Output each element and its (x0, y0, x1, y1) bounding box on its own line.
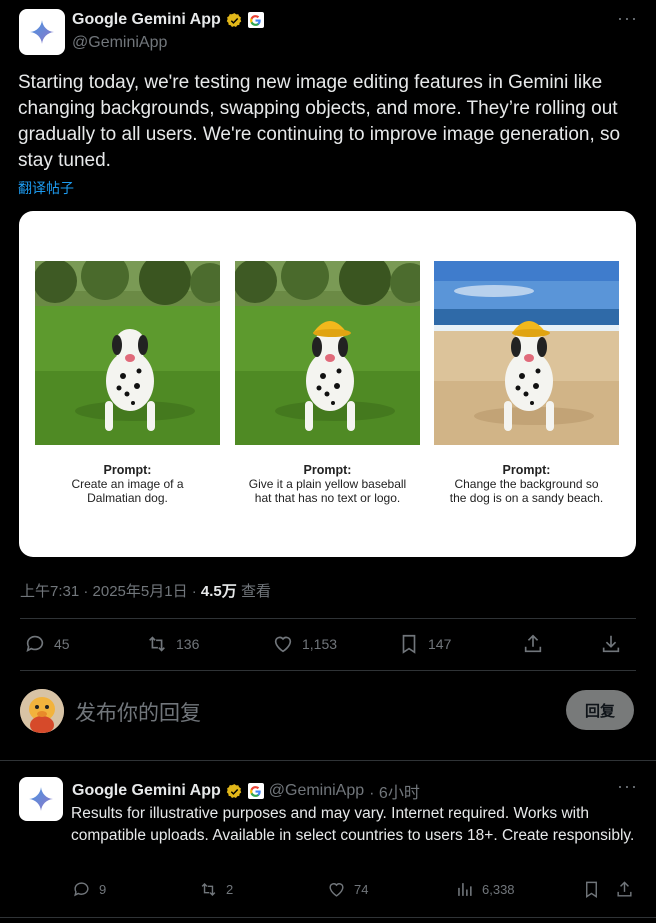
like-count: 74 (354, 882, 369, 897)
verified-badge-icon[interactable] (226, 12, 243, 29)
repost-icon (149, 636, 165, 652)
post-media[interactable]: Prompt: Create an image of a Dalmatian d… (19, 211, 636, 557)
share-icon (617, 881, 632, 897)
reply-count: 45 (54, 636, 70, 652)
post-meta: 上午7:31 · 2025年5月1日 · 4.5万 查看 (20, 580, 271, 601)
prompt-line: the dog is on a sandy beach. (449, 491, 604, 505)
prompt-line: Give it a plain yellow baseball (248, 477, 407, 491)
dalmatian-park-image (35, 261, 220, 445)
prompt-title: Prompt: (502, 463, 551, 477)
repost-icon (201, 882, 216, 897)
post-timestamp[interactable]: 上午7:31 · 2025年5月1日 · (20, 583, 201, 600)
reply-text: Results for illustrative purposes and ma… (71, 805, 635, 844)
google-affiliate-icon[interactable] (247, 12, 264, 28)
reply-author-name[interactable]: Google Gemini App (72, 782, 221, 800)
prompt-line: hat that has no text or logo. (254, 491, 401, 505)
author-avatar[interactable] (19, 9, 65, 55)
bookmark-action[interactable]: 147 (398, 633, 451, 655)
views-chart-icon (458, 883, 472, 896)
prompt-line: Dalmatian dog. (87, 491, 168, 505)
heart-icon (329, 883, 344, 897)
google-affiliate-icon[interactable] (247, 783, 264, 799)
share-icon (524, 634, 542, 653)
gemini-sparkle-icon (29, 787, 53, 811)
prompt-caption-2: Prompt: Give it a plain yellow baseball … (235, 463, 420, 505)
verified-badge-icon[interactable] (226, 783, 243, 800)
prompt-caption-1: Prompt: Create an image of a Dalmatian d… (35, 463, 220, 505)
translate-post-link[interactable]: 翻译帖子 (18, 178, 74, 198)
download-action[interactable] (600, 633, 622, 655)
like-action[interactable]: 1,153 (272, 633, 337, 655)
prompt-line: Change the background so (454, 477, 599, 491)
heart-icon (274, 636, 292, 653)
dalmatian-hat-image (235, 261, 420, 445)
gemini-sparkle-icon (30, 20, 54, 44)
reply-author-handle[interactable]: @GeminiApp (269, 782, 364, 800)
reply-bookmark-action[interactable] (582, 880, 601, 899)
reply-like-action[interactable]: 74 (327, 880, 368, 899)
post-text: Starting today, we're testing new image … (18, 72, 621, 171)
prompt-title: Prompt: (103, 463, 152, 477)
repost-action[interactable]: 136 (146, 633, 199, 655)
reply-views-action[interactable]: 6,338 (455, 880, 515, 899)
divider (0, 760, 656, 761)
bookmark-icon (402, 634, 416, 654)
prompt-title: Prompt: (303, 463, 352, 477)
author-name[interactable]: Google Gemini App (72, 11, 221, 29)
reply-input[interactable]: 发布你的回复 (75, 697, 201, 727)
reply-share-action[interactable] (615, 880, 634, 899)
views-count[interactable]: 4.5万 (201, 583, 237, 600)
repost-count: 136 (176, 636, 200, 652)
more-options-icon[interactable]: ··· (617, 776, 638, 797)
reply-repost-action[interactable]: 2 (199, 880, 233, 899)
prompt-line: Create an image of a (71, 477, 184, 491)
tweet-detail: Google Gemini App @GeminiApp ··· Startin… (0, 0, 656, 923)
author-handle[interactable]: @GeminiApp (72, 34, 167, 52)
divider (20, 618, 636, 619)
divider (20, 670, 636, 671)
download-icon (602, 635, 620, 653)
reply-icon (74, 882, 89, 897)
reply-action[interactable]: 45 (24, 633, 70, 655)
reply-icon (26, 635, 44, 652)
reply-author-line: Google Gemini App @GeminiApp · 6小时 (72, 779, 420, 803)
reply-button[interactable]: 回复 (566, 690, 634, 730)
prompt-caption-3: Prompt: Change the background so the dog… (434, 463, 619, 505)
repost-count: 2 (226, 882, 234, 897)
bookmark-count: 147 (428, 636, 452, 652)
more-options-icon[interactable]: ··· (617, 8, 638, 29)
user-avatar[interactable] (20, 689, 64, 733)
reply-time[interactable]: · 6小时 (369, 779, 420, 803)
author-name-line: Google Gemini App (72, 11, 264, 29)
divider (0, 917, 656, 918)
reply-count: 9 (99, 882, 107, 897)
views-count: 6,338 (482, 882, 515, 897)
share-action[interactable] (522, 633, 544, 655)
reply-author-avatar[interactable] (19, 777, 63, 821)
views-label: 查看 (236, 583, 271, 600)
bookmark-icon (586, 881, 597, 898)
dalmatian-beach-image (434, 261, 619, 445)
like-count: 1,153 (302, 636, 338, 652)
reply-reply-action[interactable]: 9 (72, 880, 106, 899)
